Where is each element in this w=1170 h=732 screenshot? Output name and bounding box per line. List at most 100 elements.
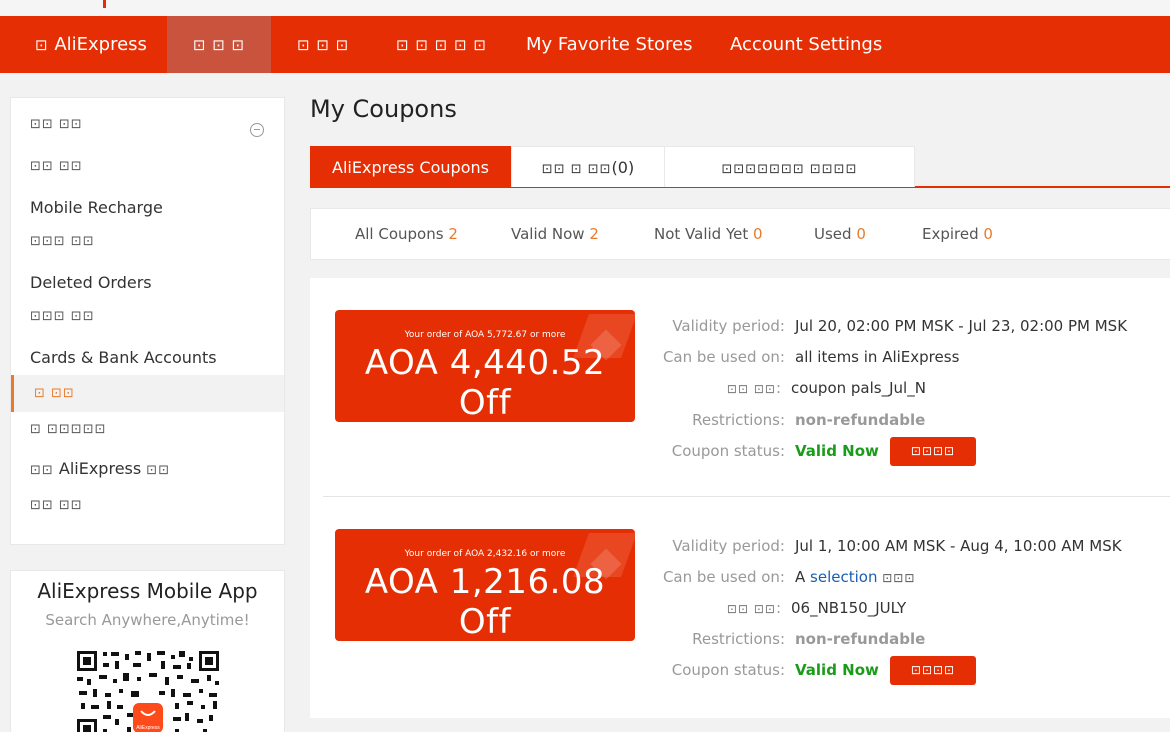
usable-value: A selection ⊡⊡⊡ bbox=[795, 562, 915, 594]
code-row: ⊡⊡ ⊡⊡: 06_NB150_JULY bbox=[650, 593, 1170, 624]
filter-expired-label: Expired bbox=[922, 225, 979, 243]
coupon-divider bbox=[323, 496, 1170, 497]
nav-orders-label: ⊡ ⊡ ⊡ bbox=[192, 36, 246, 54]
sidebar-item-coupons[interactable]: ⊡ ⊡⊡ bbox=[11, 375, 284, 412]
coupon-min-order: Your order of AOA 2,432.16 or more bbox=[404, 549, 566, 559]
filter-not-valid-yet[interactable]: Not Valid Yet 0 bbox=[654, 209, 763, 259]
code-value: coupon pals_Jul_N bbox=[791, 379, 926, 397]
nav-messages-label: ⊡ ⊡ ⊡ bbox=[297, 36, 350, 54]
mobile-app-box: AliExpress Mobile App Search Anywhere,An… bbox=[10, 570, 285, 732]
collapse-icon[interactable] bbox=[250, 123, 264, 137]
app-subtitle: Search Anywhere,Anytime! bbox=[45, 611, 250, 629]
logo-fragment bbox=[103, 0, 106, 8]
nav-orders[interactable]: ⊡ ⊡ ⊡ bbox=[167, 16, 271, 73]
filter-expired[interactable]: Expired 0 bbox=[922, 209, 993, 259]
sidebar-item-1[interactable]: ⊡⊡ ⊡⊡ bbox=[11, 148, 284, 185]
coupon-tabs: AliExpress Coupons ⊡⊡ ⊡ ⊡⊡(0) ⊡⊡⊡⊡⊡⊡⊡ ⊡⊡… bbox=[310, 146, 1170, 188]
nav-home-aliexpress[interactable]: ⊡ AliExpress bbox=[35, 16, 147, 73]
restrictions-label: Restrictions: bbox=[692, 630, 785, 648]
use-coupon-button[interactable]: ⊡⊡⊡⊡ bbox=[890, 437, 976, 466]
status-row: Coupon status: Valid Now ⊡⊡⊡⊡ bbox=[650, 655, 1170, 686]
validity-row: Validity period: Jul 20, 02:00 PM MSK - … bbox=[650, 311, 1170, 342]
nav-account-settings[interactable]: Account Settings bbox=[730, 16, 882, 73]
sidebar-item-mobile-recharge[interactable]: Mobile Recharge bbox=[11, 189, 284, 226]
sidebar-item-10[interactable]: ⊡⊡ ⊡⊡ bbox=[11, 487, 284, 524]
app-title: AliExpress Mobile App bbox=[37, 579, 258, 603]
use-coupon-button[interactable]: ⊡⊡⊡⊡ bbox=[890, 656, 976, 685]
restrictions-row: Restrictions: non-refundable bbox=[650, 405, 1170, 436]
usable-value: all items in AliExpress bbox=[795, 348, 960, 366]
coupon-ticket: Your order of AOA 5,772.67 or more AOA 4… bbox=[335, 310, 635, 422]
filter-used[interactable]: Used 0 bbox=[814, 209, 866, 259]
code-label: ⊡⊡ ⊡⊡: bbox=[726, 599, 781, 617]
status-row: Coupon status: Valid Now ⊡⊡⊡⊡ bbox=[650, 436, 1170, 467]
usable-suffix: ⊡⊡⊡ bbox=[882, 571, 916, 585]
sidebar-item-9-prefix: ⊡⊡ bbox=[30, 463, 54, 478]
sidebar-item-deleted-orders[interactable]: Deleted Orders bbox=[11, 264, 284, 301]
validity-value: Jul 1, 10:00 AM MSK - Aug 4, 10:00 AM MS… bbox=[795, 537, 1122, 555]
filter-all-label: All Coupons bbox=[355, 225, 444, 243]
top-strip bbox=[0, 0, 1170, 16]
restrictions-value: non-refundable bbox=[795, 630, 926, 648]
restrictions-value: non-refundable bbox=[795, 411, 926, 429]
filter-used-label: Used bbox=[814, 225, 852, 243]
coupon-min-order: Your order of AOA 5,772.67 or more bbox=[404, 330, 566, 340]
filter-valid-label: Valid Now bbox=[511, 225, 585, 243]
home-glyph-icon: ⊡ bbox=[35, 36, 49, 54]
code-row: ⊡⊡ ⊡⊡: coupon pals_Jul_N bbox=[650, 373, 1170, 404]
usable-prefix: A bbox=[795, 568, 806, 586]
page-title: My Coupons bbox=[310, 95, 457, 123]
qr-code-icon: AliExpress bbox=[75, 649, 221, 732]
main-nav: ⊡ AliExpress ⊡ ⊡ ⊡ ⊡ ⊡ ⊡ ⊡ ⊡ ⊡ ⊡ ⊡ My Fa… bbox=[0, 16, 1170, 73]
filter-all-coupons[interactable]: All Coupons 2 bbox=[355, 209, 458, 259]
tab-store-coupons-count: (0) bbox=[611, 158, 635, 177]
sidebar-item-8[interactable]: ⊡ ⊡⊡⊡⊡⊡ bbox=[11, 411, 284, 448]
filter-notyet-label: Not Valid Yet bbox=[654, 225, 749, 243]
coupon-filter-bar: All Coupons 2 Valid Now 2 Not Valid Yet … bbox=[310, 208, 1170, 260]
nav-wishlist[interactable]: ⊡ ⊡ ⊡ ⊡ ⊡ bbox=[396, 16, 487, 73]
sidebar-item-0[interactable]: ⊡⊡ ⊡⊡ bbox=[11, 106, 284, 143]
nav-favorite-stores[interactable]: My Favorite Stores bbox=[526, 16, 693, 73]
selection-link[interactable]: selection bbox=[810, 568, 877, 586]
restrictions-row: Restrictions: non-refundable bbox=[650, 624, 1170, 655]
validity-label: Validity period: bbox=[672, 317, 785, 335]
status-label: Coupon status: bbox=[671, 442, 785, 460]
usable-row: Can be used on: A selection ⊡⊡⊡ bbox=[650, 562, 1170, 593]
filter-expired-count: 0 bbox=[983, 225, 993, 243]
tab-aliexpress-coupons[interactable]: AliExpress Coupons bbox=[310, 146, 511, 187]
validity-label: Validity period: bbox=[672, 537, 785, 555]
nav-wishlist-label: ⊡ ⊡ ⊡ ⊡ ⊡ bbox=[396, 36, 487, 54]
code-value: 06_NB150_JULY bbox=[791, 599, 907, 617]
qr-badge-label: AliExpress bbox=[136, 725, 160, 731]
filter-valid-now[interactable]: Valid Now 2 bbox=[511, 209, 599, 259]
tab-store-coupons-label: ⊡⊡ ⊡ ⊡⊡ bbox=[541, 162, 612, 177]
nav-messages[interactable]: ⊡ ⊡ ⊡ bbox=[297, 16, 349, 73]
usable-label: Can be used on: bbox=[662, 568, 785, 586]
code-label-text: ⊡⊡ ⊡⊡ bbox=[726, 602, 776, 616]
filter-valid-count: 2 bbox=[589, 225, 599, 243]
validity-value: Jul 20, 02:00 PM MSK - Jul 23, 02:00 PM … bbox=[795, 317, 1128, 335]
usable-label: Can be used on: bbox=[662, 348, 785, 366]
filter-all-count: 2 bbox=[448, 225, 458, 243]
status-badge: Valid Now bbox=[795, 661, 879, 679]
sidebar-item-5[interactable]: ⊡⊡⊡ ⊡⊡ bbox=[11, 298, 284, 335]
sidebar-item-9[interactable]: ⊡⊡ AliExpress ⊡⊡ bbox=[11, 450, 284, 487]
coupon-amount: AOA 4,440.52 Off bbox=[364, 343, 606, 422]
sidebar-item-9-label: AliExpress bbox=[58, 459, 142, 478]
validity-row: Validity period: Jul 1, 10:00 AM MSK - A… bbox=[650, 531, 1170, 562]
tab-store-coupons[interactable]: ⊡⊡ ⊡ ⊡⊡(0) bbox=[511, 146, 665, 187]
tab-other-coupons[interactable]: ⊡⊡⊡⊡⊡⊡⊡ ⊡⊡⊡⊡ bbox=[664, 146, 915, 187]
sidebar-item-3[interactable]: ⊡⊡⊡ ⊡⊡ bbox=[11, 223, 284, 260]
filter-used-count: 0 bbox=[856, 225, 866, 243]
sidebar: ⊡⊡ ⊡⊡ ⊡⊡ ⊡⊡ Mobile Recharge ⊡⊡⊡ ⊡⊡ Delet… bbox=[10, 97, 285, 545]
coupon-amount: AOA 1,216.08 Off bbox=[364, 562, 606, 641]
sidebar-item-cards-bank[interactable]: Cards & Bank Accounts bbox=[11, 339, 284, 376]
usable-row: Can be used on: all items in AliExpress bbox=[650, 342, 1170, 373]
status-badge: Valid Now bbox=[795, 442, 879, 460]
code-label-text: ⊡⊡ ⊡⊡ bbox=[726, 382, 776, 396]
coupon-ticket: Your order of AOA 2,432.16 or more AOA 1… bbox=[335, 529, 635, 641]
code-label: ⊡⊡ ⊡⊡: bbox=[726, 379, 781, 397]
restrictions-label: Restrictions: bbox=[692, 411, 785, 429]
tab-other-coupons-label: ⊡⊡⊡⊡⊡⊡⊡ ⊡⊡⊡⊡ bbox=[721, 162, 858, 177]
status-label: Coupon status: bbox=[671, 661, 785, 679]
